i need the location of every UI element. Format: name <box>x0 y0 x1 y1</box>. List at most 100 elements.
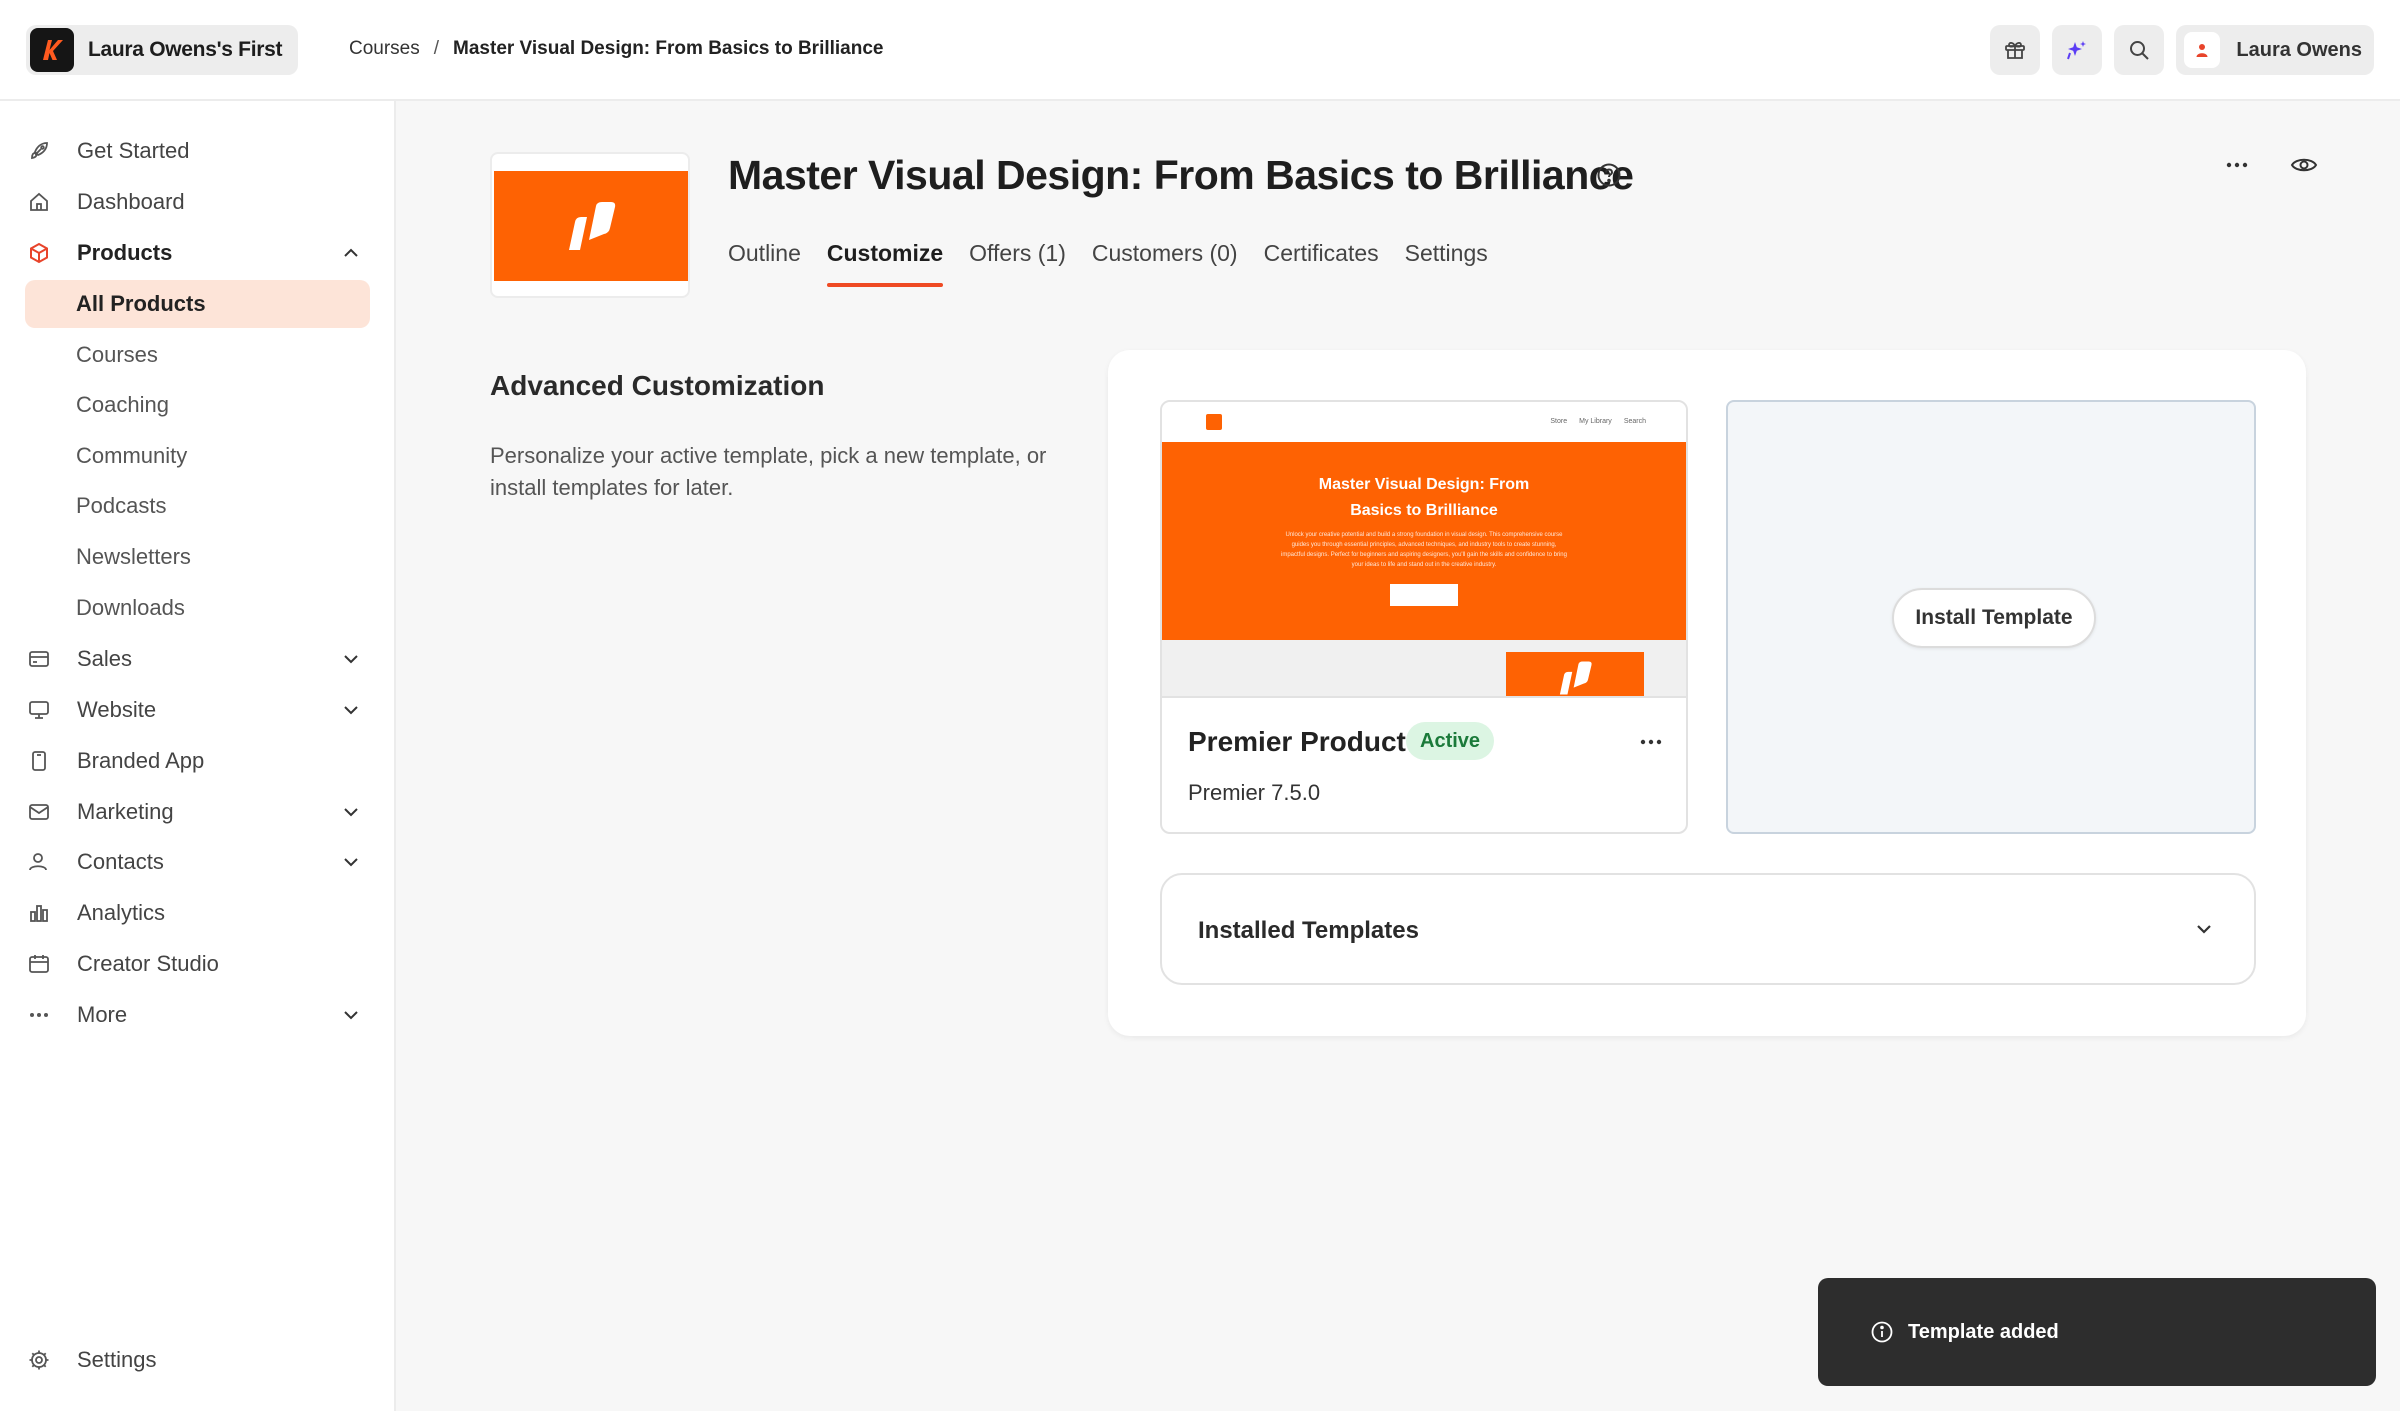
rocket-icon <box>25 137 53 165</box>
status-badge: Active <box>1406 722 1495 760</box>
info-icon <box>1871 1321 1893 1343</box>
product-logo-icon <box>1559 661 1592 695</box>
preview-thumbnail <box>1506 652 1644 696</box>
preview-logo-icon <box>1206 414 1222 430</box>
sidebar-item-products[interactable]: Products <box>25 229 370 277</box>
sidebar-subitem-community[interactable]: Community <box>25 432 370 480</box>
sidebar-item-label: Products <box>77 240 173 265</box>
sidebar-subitem-newsletters[interactable]: Newsletters <box>25 533 370 581</box>
top-actions: Laura Owens <box>1990 25 2374 75</box>
sidebar-item-label: More <box>77 1002 128 1027</box>
section-description: Personalize your active template, pick a… <box>490 443 1047 500</box>
preview-nav-item: Store <box>1550 418 1568 425</box>
preview-nav-item: My Library <box>1579 418 1612 425</box>
chevron-down-icon <box>344 706 358 715</box>
gift-button[interactable] <box>1990 25 2041 75</box>
sidebar-subitem-coaching[interactable]: Coaching <box>25 381 370 429</box>
active-template-card[interactable]: Store My Library Search Master Visual De… <box>1160 400 1688 834</box>
sidebar-item-settings[interactable]: Settings <box>25 1336 370 1384</box>
toast-notification: Template added <box>1818 1278 2376 1386</box>
sidebar-subitem-downloads[interactable]: Downloads <box>25 584 370 632</box>
template-name: Premier Product <box>1188 726 1406 757</box>
preview-nav-item: Search <box>1623 418 1646 425</box>
phone-icon <box>25 747 53 775</box>
chevron-down-icon <box>2197 925 2211 934</box>
sidebar-item-label: Dashboard <box>77 189 185 214</box>
sidebar-item-branded-app[interactable]: Branded App <box>25 737 370 785</box>
sidebar-item-label: Branded App <box>77 748 205 773</box>
breadcrumb-separator: / <box>433 38 440 59</box>
tab-customize[interactable]: Customize <box>826 240 944 287</box>
sidebar-item-sales[interactable]: Sales <box>25 635 370 683</box>
sidebar-item-more[interactable]: More <box>25 991 370 1039</box>
breadcrumb-courses-link[interactable]: Courses <box>349 38 420 60</box>
sidebar-item-label: Get Started <box>77 138 190 163</box>
sidebar-subitem-courses[interactable]: Courses <box>25 331 370 379</box>
sidebar-item-contacts[interactable]: Contacts <box>25 838 370 886</box>
product-logo-icon <box>569 202 616 250</box>
sidebar: Get Started Dashboard Products All Produ… <box>0 101 396 1411</box>
installed-templates-accordion[interactable]: Installed Templates <box>1160 873 2256 985</box>
contacts-icon <box>25 848 53 876</box>
search-button[interactable] <box>2114 25 2165 75</box>
sidebar-item-marketing[interactable]: Marketing <box>25 788 370 836</box>
ai-assist-button[interactable] <box>2052 25 2103 75</box>
user-name: Laura Owens <box>2236 38 2362 61</box>
chevron-down-icon <box>344 808 358 817</box>
school-name: Laura Owens's First <box>88 38 283 61</box>
top-bar: Laura Owens's First Courses / Master Vis… <box>0 0 2400 101</box>
sidebar-subitem-podcasts[interactable]: Podcasts <box>25 482 370 530</box>
mail-icon <box>25 798 53 826</box>
product-tabs: Outline Customize Offers (1) Customers (… <box>728 240 1488 287</box>
gift-icon <box>2005 41 2026 59</box>
breadcrumb: Courses / Master Visual Design: From Bas… <box>349 38 884 60</box>
sidebar-item-label: Website <box>77 697 157 722</box>
user-menu-button[interactable]: Laura Owens <box>2176 25 2374 75</box>
search-icon <box>2130 41 2150 60</box>
toast-message: Template added <box>1908 1320 2059 1343</box>
preview-hero-body: Unlock your creative potential and build… <box>1281 532 1567 568</box>
sidebar-item-get-started[interactable]: Get Started <box>25 127 370 175</box>
home-icon <box>25 188 53 216</box>
sidebar-item-website[interactable]: Website <box>25 686 370 734</box>
preview-nav: Store My Library Search <box>1550 418 1646 425</box>
sidebar-item-label: Marketing <box>77 799 174 824</box>
dots-icon <box>25 1001 53 1029</box>
preview-hero-title: Master Visual Design: From Basics to Bri… <box>1318 476 1530 519</box>
chevron-up-icon <box>344 248 358 257</box>
preview-hero: Master Visual Design: From Basics to Bri… <box>1162 442 1686 640</box>
monitor-icon <box>25 696 53 724</box>
preview-eye-icon[interactable] <box>2290 152 2318 178</box>
page-title: Master Visual Design: From Basics to Bri… <box>728 152 1634 198</box>
sidebar-item-creator-studio[interactable]: Creator Studio <box>25 940 370 988</box>
template-version: Premier 7.5.0 <box>1188 780 1321 805</box>
help-icon[interactable] <box>1596 162 1622 188</box>
sidebar-item-label: Contacts <box>77 849 164 874</box>
chevron-down-icon <box>344 858 358 867</box>
gear-icon <box>25 1346 53 1374</box>
sidebar-item-label: Analytics <box>77 900 166 925</box>
sparkle-icon <box>2067 41 2087 60</box>
chevron-down-icon <box>344 1011 358 1020</box>
tab-settings[interactable]: Settings <box>1405 240 1488 287</box>
section-title: Advanced Customization <box>490 370 825 401</box>
template-preview[interactable]: Store My Library Search Master Visual De… <box>1162 402 1686 698</box>
box-icon <box>25 239 53 267</box>
more-options-icon[interactable] <box>2224 152 2250 178</box>
chevron-down-icon <box>344 655 358 664</box>
template-more-icon[interactable] <box>1638 732 1664 752</box>
avatar <box>2184 32 2221 68</box>
chart-icon <box>25 899 53 927</box>
install-template-button[interactable]: Install Template <box>1892 588 2096 648</box>
brand-logo-icon <box>30 28 74 72</box>
tab-certificates[interactable]: Certificates <box>1264 240 1379 287</box>
sidebar-item-dashboard[interactable]: Dashboard <box>25 178 370 226</box>
tab-offers[interactable]: Offers (1) <box>969 240 1066 287</box>
card-icon <box>25 645 53 673</box>
preview-hero-button <box>1390 584 1458 606</box>
sidebar-item-analytics[interactable]: Analytics <box>25 889 370 937</box>
sidebar-subitem-all-products[interactable]: All Products <box>25 280 370 328</box>
tab-outline[interactable]: Outline <box>728 240 801 287</box>
school-switcher[interactable]: Laura Owens's First <box>26 25 299 75</box>
tab-customers[interactable]: Customers (0) <box>1092 240 1238 287</box>
